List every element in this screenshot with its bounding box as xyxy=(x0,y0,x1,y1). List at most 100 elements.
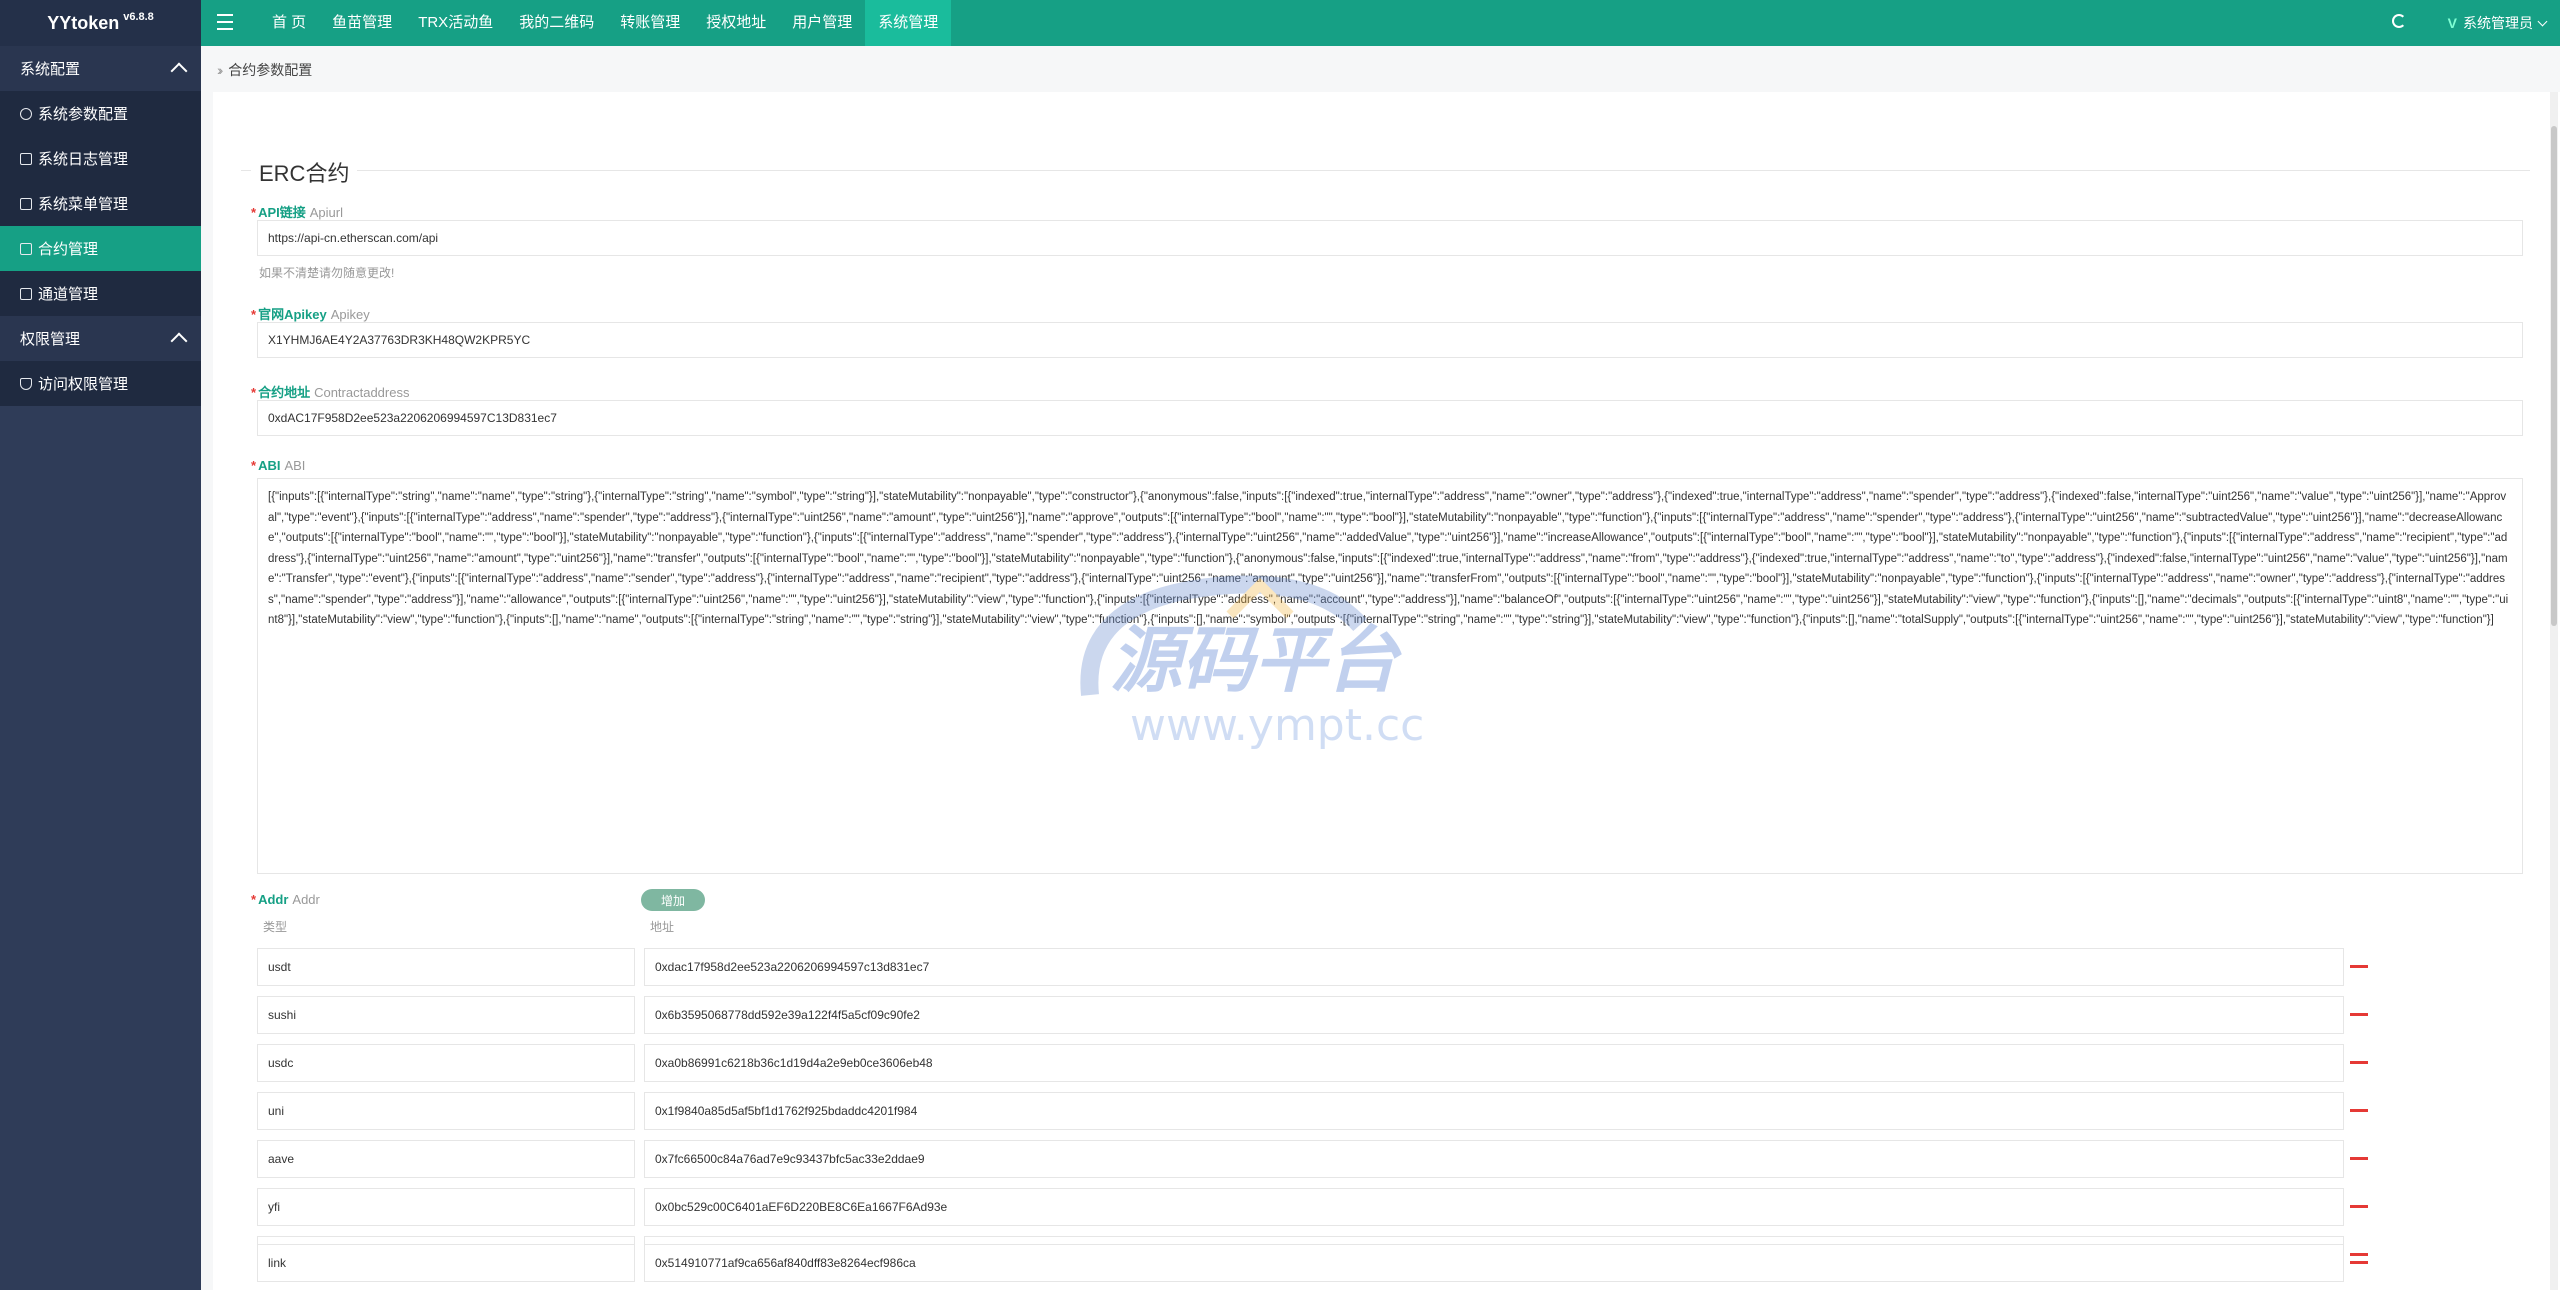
addr-value-input[interactable]: 0x6b3595068778dd592e39a122f4f5a5cf09c90f… xyxy=(644,996,2344,1034)
addr-value-input[interactable]: 0xa0b86991c6218b36c1d19d4a2e9eb0ce3606eb… xyxy=(644,1044,2344,1082)
addr-row: yfi 0x0bc529c00C6401aEF6D220BE8C6Ea1667F… xyxy=(257,1188,2368,1226)
channel-icon xyxy=(20,287,32,300)
form-panel: ERC合约 * API链接 Apiurl https://api-cn.ethers… xyxy=(213,92,2560,1290)
addr-row: uni 0x1f9840a85d5af5bf1d1762f925bdaddc42… xyxy=(257,1092,2368,1130)
breadcrumb: ›› 合约参数配置 xyxy=(217,60,312,80)
contract-label: * 合约地址 Contractaddress xyxy=(251,382,409,401)
addr-row: link 0x514910771af9ca656af840dff83e8264e… xyxy=(257,1244,2368,1282)
addr-type-input[interactable]: aave xyxy=(257,1140,635,1178)
sidebar-item-channels[interactable]: 通道管理 xyxy=(0,271,201,316)
shield-icon xyxy=(20,377,32,390)
page-scrollbar[interactable] xyxy=(2550,92,2558,1290)
abi-label-text: ABI xyxy=(258,458,281,473)
sidebar-group-label: 权限管理 xyxy=(20,331,81,348)
nav-transfer-management[interactable]: 转账管理 xyxy=(607,0,693,46)
addr-type-input[interactable]: sushi xyxy=(257,996,635,1034)
col-header-type: 类型 xyxy=(263,920,288,934)
apiurl-input[interactable]: https://api-cn.etherscan.com/api xyxy=(257,220,2523,256)
breadcrumb-current: 合约参数配置 xyxy=(228,62,313,78)
top-nav: 首 页 鱼苗管理 TRX活动鱼 我的二维码 转账管理 授权地址 用户管理 系统管… xyxy=(259,0,952,46)
log-icon xyxy=(20,152,32,165)
sidebar-item-access-permissions[interactable]: 访问权限管理 xyxy=(0,361,201,406)
addr-type-input[interactable]: yfi xyxy=(257,1188,635,1226)
sidebar-item-label: 系统日志管理 xyxy=(38,151,129,168)
scrollbar-thumb[interactable] xyxy=(2551,126,2557,626)
sidebar-group-label: 系统配置 xyxy=(20,61,81,78)
addr-type-input[interactable]: uni xyxy=(257,1092,635,1130)
addr-label-text: Addr xyxy=(258,892,289,907)
remove-row-icon[interactable] xyxy=(2350,1109,2368,1112)
apikey-label: * 官网Apikey Apikey xyxy=(251,304,370,323)
apiurl-label: * API链接 Apiurl xyxy=(251,202,343,221)
main-content: ›› 合约参数配置 ERC合约 * API链接 Apiurl https://api… xyxy=(201,46,2560,1290)
chevron-up-icon xyxy=(170,62,188,80)
abi-label: * ABI ABI xyxy=(251,458,305,473)
gear-icon xyxy=(20,107,32,120)
nav-my-qrcode[interactable]: 我的二维码 xyxy=(506,0,607,46)
add-addr-button[interactable]: 增加 xyxy=(641,889,705,911)
apikey-label-sub: Apikey xyxy=(330,307,370,322)
addr-value-input[interactable]: 0x7fc66500c84a76ad7e9c93437bfc5ac33e2dda… xyxy=(644,1140,2344,1178)
sidebar-item-label: 通道管理 xyxy=(38,286,99,303)
addr-label-sub: Addr xyxy=(292,892,320,907)
app-logo[interactable]: YYtoken v6.8.8 xyxy=(0,0,201,46)
addr-type-input[interactable]: usdt xyxy=(257,948,635,986)
hamburger-menu-icon[interactable] xyxy=(217,14,233,30)
addr-value-input[interactable]: 0x0bc529c00C6401aEF6D220BE8C6Ea1667F6Ad9… xyxy=(644,1188,2344,1226)
topbar: 首 页 鱼苗管理 TRX活动鱼 我的二维码 转账管理 授权地址 用户管理 系统管… xyxy=(201,0,2560,46)
apiurl-hint: 如果不清楚请勿随意更改! xyxy=(259,266,395,280)
app-name: YYtoken xyxy=(47,12,120,33)
fieldset-legend: ERC合约 xyxy=(251,156,358,188)
sidebar: YYtoken v6.8.8 系统配置 系统参数配置 系统日志管理 系统菜单管理 … xyxy=(0,0,201,1290)
sidebar-item-label: 系统参数配置 xyxy=(38,106,129,123)
addr-value-input[interactable]: 0x1f9840a85d5af5bf1d1762f925bdaddc4201f9… xyxy=(644,1092,2344,1130)
sidebar-item-label: 系统菜单管理 xyxy=(38,196,129,213)
apikey-label-text: 官网Apikey xyxy=(258,307,327,322)
remove-row-icon[interactable] xyxy=(2350,1205,2368,1208)
sidebar-item-label: 访问权限管理 xyxy=(38,376,129,393)
addr-value-input[interactable]: 0xdac17f958d2ee523a2206206994597c13d831e… xyxy=(644,948,2344,986)
apikey-input[interactable]: X1YHMJ6AE4Y2A37763DR3KH48QW2KPR5YC xyxy=(257,322,2523,358)
nav-system-management[interactable]: 系统管理 xyxy=(865,0,952,46)
apiurl-label-text: API链接 xyxy=(258,205,306,220)
required-mark: * xyxy=(251,205,257,220)
remove-row-icon[interactable] xyxy=(2350,1157,2368,1160)
sidebar-group-system-config[interactable]: 系统配置 xyxy=(0,46,201,91)
contract-icon xyxy=(20,242,32,255)
double-chevron-icon: ›› xyxy=(217,62,224,78)
contract-address-input[interactable]: 0xdAC17F958D2ee523a2206206994597C13D831e… xyxy=(257,400,2523,436)
sidebar-item-label: 合约管理 xyxy=(38,241,99,258)
sidebar-item-system-params[interactable]: 系统参数配置 xyxy=(0,91,201,136)
required-mark: * xyxy=(251,385,257,400)
addr-type-input[interactable]: link xyxy=(257,1244,635,1282)
addr-label: * Addr Addr xyxy=(251,892,320,907)
addr-type-input[interactable]: usdc xyxy=(257,1044,635,1082)
remove-row-icon[interactable] xyxy=(2350,1013,2368,1016)
sidebar-group-permissions[interactable]: 权限管理 xyxy=(0,316,201,361)
addr-row: usdc 0xa0b86991c6218b36c1d19d4a2e9eb0ce3… xyxy=(257,1044,2368,1082)
nav-user-management[interactable]: 用户管理 xyxy=(779,0,865,46)
chevron-up-icon xyxy=(170,332,188,350)
user-menu[interactable]: V 系统管理员 xyxy=(2448,0,2548,46)
refresh-icon[interactable] xyxy=(2392,14,2406,28)
menu-icon xyxy=(20,197,32,210)
col-header-address: 地址 xyxy=(650,920,675,934)
remove-row-icon[interactable] xyxy=(2350,965,2368,968)
contract-label-sub: Contractaddress xyxy=(314,385,410,400)
nav-fry-management[interactable]: 鱼苗管理 xyxy=(319,0,405,46)
app-version: v6.8.8 xyxy=(123,11,154,23)
nav-authorized-address[interactable]: 授权地址 xyxy=(693,0,779,46)
user-name: 系统管理员 xyxy=(2463,15,2533,31)
sidebar-item-system-logs[interactable]: 系统日志管理 xyxy=(0,136,201,181)
nav-trx-active-fish[interactable]: TRX活动鱼 xyxy=(405,0,506,46)
sidebar-item-system-menus[interactable]: 系统菜单管理 xyxy=(0,181,201,226)
required-mark: * xyxy=(251,892,257,907)
apiurl-label-sub: Apiurl xyxy=(309,205,343,220)
remove-row-icon[interactable] xyxy=(2350,1061,2368,1064)
remove-row-icon[interactable] xyxy=(2350,1261,2368,1264)
sidebar-item-contracts[interactable]: 合约管理 xyxy=(0,226,201,271)
abi-textarea[interactable]: [{"inputs":[{"internalType":"string","na… xyxy=(257,478,2523,874)
contract-label-text: 合约地址 xyxy=(258,385,311,400)
nav-home[interactable]: 首 页 xyxy=(259,0,319,46)
addr-value-input[interactable]: 0x514910771af9ca656af840dff83e8264ecf986… xyxy=(644,1244,2344,1282)
